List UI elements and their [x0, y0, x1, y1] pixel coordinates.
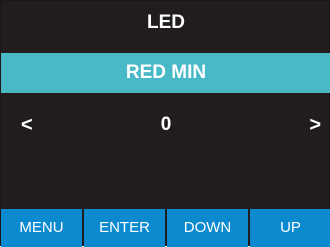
- setting-name: RED MIN: [125, 62, 207, 83]
- enter-button[interactable]: ENTER: [84, 209, 165, 247]
- setting-value: 0: [160, 114, 172, 135]
- menu-button[interactable]: MENU: [1, 209, 82, 247]
- value-row: < 0 >: [1, 108, 330, 142]
- header-bar: RED MIN: [1, 53, 330, 93]
- screen-title: LED: [147, 12, 185, 33]
- increase-arrow-icon[interactable]: >: [309, 108, 321, 142]
- up-button[interactable]: UP: [250, 209, 330, 247]
- button-bar: MENU ENTER DOWN UP: [1, 209, 330, 247]
- decrease-arrow-icon[interactable]: <: [21, 108, 33, 142]
- led-display: LED RED MIN < 0 > MENU ENTER DOWN UP: [0, 0, 330, 247]
- down-button[interactable]: DOWN: [167, 209, 248, 247]
